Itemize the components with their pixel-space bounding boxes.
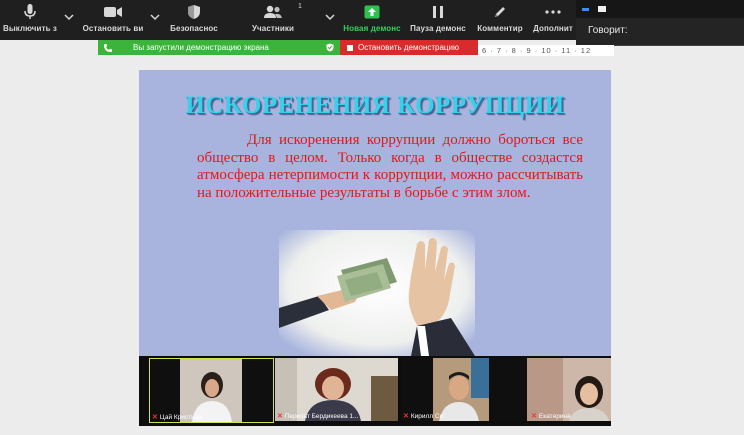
ruler-marks: 6 · 7 · 8 · 9 · 10 · 11 · 12 bbox=[482, 46, 592, 55]
shield-check-icon bbox=[326, 43, 334, 52]
stop-video-label: Остановить ви bbox=[82, 24, 144, 33]
security-button[interactable]: Безопаснос bbox=[166, 0, 222, 40]
shared-slide: ИСКОРЕНЕНИЯ КОРРУПЦИИ Для искоренения ко… bbox=[139, 70, 611, 356]
minimize-icon[interactable] bbox=[582, 8, 589, 11]
new-share-button[interactable]: Новая демонс bbox=[343, 0, 401, 40]
participant-name-label: ✕ Екатерина bbox=[531, 412, 571, 421]
speaking-label: Говорит: bbox=[588, 25, 628, 36]
participant-tile[interactable]: ✕ Екатерина bbox=[519, 358, 611, 421]
phone-icon bbox=[104, 43, 112, 52]
annotate-label: Комментир bbox=[477, 24, 523, 33]
participants-button[interactable]: 1 Участники bbox=[246, 0, 302, 40]
share-status-banner: Вы запустили демонстрацию экрана bbox=[98, 40, 340, 55]
new-share-label: Новая демонс bbox=[343, 24, 401, 33]
pause-share-button[interactable]: Пауза демонс bbox=[408, 0, 468, 40]
slide-body-text: Для искоренения коррупции должно боротьс… bbox=[197, 132, 583, 201]
participants-count: 1 bbox=[298, 3, 302, 10]
pause-share-label: Пауза демонс bbox=[410, 24, 466, 33]
window-bottom-edge bbox=[0, 426, 744, 435]
mic-muted-icon: ✕ bbox=[531, 413, 537, 420]
stop-square-icon bbox=[347, 44, 353, 51]
participant-name: Перизат Бердикеева 1... bbox=[284, 412, 359, 420]
security-label: Безопаснос bbox=[170, 24, 218, 33]
stop-share-label: Остановить демонстрацию bbox=[358, 43, 459, 52]
chevron-down-icon[interactable] bbox=[149, 12, 161, 22]
participants-label: Участники bbox=[251, 24, 294, 33]
participant-name: Екатерина bbox=[538, 412, 571, 420]
mic-muted-icon: ✕ bbox=[152, 414, 158, 421]
slide-title: ИСКОРЕНЕНИЯ КОРРУПЦИИ bbox=[185, 92, 565, 119]
annotate-button[interactable]: Комментир bbox=[474, 0, 526, 40]
participant-video-strip: ✕ Цай Кристина ✕ Перизат Бердикеева 1... bbox=[139, 356, 611, 426]
mic-muted-icon: ✕ bbox=[277, 413, 283, 420]
stop-video-button[interactable]: Остановить ви bbox=[82, 0, 144, 40]
document-ruler: 6 · 7 · 8 · 9 · 10 · 11 · 12 bbox=[478, 45, 614, 56]
participant-name-label: ✕ Перизат Бердикеева 1... bbox=[277, 412, 359, 421]
pencil-icon bbox=[493, 0, 507, 24]
bribe-refusal-image bbox=[279, 230, 475, 356]
participant-tile[interactable]: ✕ Перизат Бердикеева 1... bbox=[275, 358, 398, 421]
more-button[interactable]: Дополнит bbox=[530, 0, 576, 40]
participant-tile[interactable]: ✕ Цай Кристина bbox=[149, 358, 274, 423]
restore-window-icon[interactable] bbox=[598, 6, 606, 12]
video-camera-icon bbox=[103, 0, 123, 24]
mute-label: Выключить з bbox=[2, 24, 58, 33]
pause-icon bbox=[432, 0, 444, 24]
participant-name: Цай Кристина bbox=[159, 413, 202, 421]
share-status-text: Вы запустили демонстрацию экрана bbox=[133, 43, 269, 52]
mic-muted-icon: ✕ bbox=[403, 413, 409, 420]
participant-name-label: ✕ Кирилл Со bbox=[403, 412, 444, 421]
share-arrow-icon bbox=[364, 0, 380, 24]
chevron-down-icon[interactable] bbox=[324, 12, 336, 22]
more-label: Дополнит bbox=[533, 24, 573, 33]
participant-tile[interactable]: ✕ Кирилл Со bbox=[401, 358, 524, 421]
mute-button[interactable]: Выключить з bbox=[0, 0, 60, 40]
participant-name: Кирилл Со bbox=[410, 412, 444, 420]
shield-icon bbox=[187, 0, 201, 24]
speaking-panel: Говорит: bbox=[576, 18, 744, 46]
microphone-icon bbox=[24, 0, 36, 24]
chevron-down-icon[interactable] bbox=[63, 12, 75, 22]
stop-share-button[interactable]: Остановить демонстрацию bbox=[340, 40, 478, 55]
participant-name-label: ✕ Цай Кристина bbox=[152, 413, 202, 422]
more-dots-icon bbox=[545, 0, 561, 24]
participants-icon: 1 bbox=[262, 0, 302, 24]
